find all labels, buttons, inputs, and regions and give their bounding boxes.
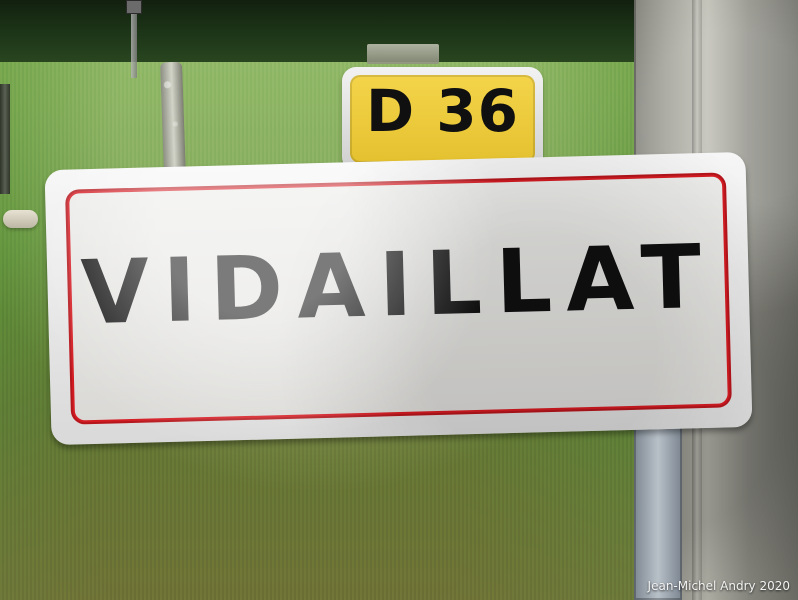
town-name-sign: VIDAILLAT	[44, 151, 753, 446]
background-pole-cap	[126, 0, 142, 14]
left-fence-post	[0, 84, 10, 194]
photo-frame: D 36 VIDAILLAT Jean-Michel Andry 2020	[0, 0, 798, 600]
road-number-plate: D 36	[342, 67, 543, 171]
town-name-text: VIDAILLAT	[79, 224, 717, 345]
road-number-text: D 36	[365, 77, 520, 145]
white-rock	[3, 210, 38, 228]
background-building	[367, 44, 439, 64]
photo-credit: Jean-Michel Andry 2020	[647, 579, 790, 593]
fence-post	[160, 61, 186, 176]
